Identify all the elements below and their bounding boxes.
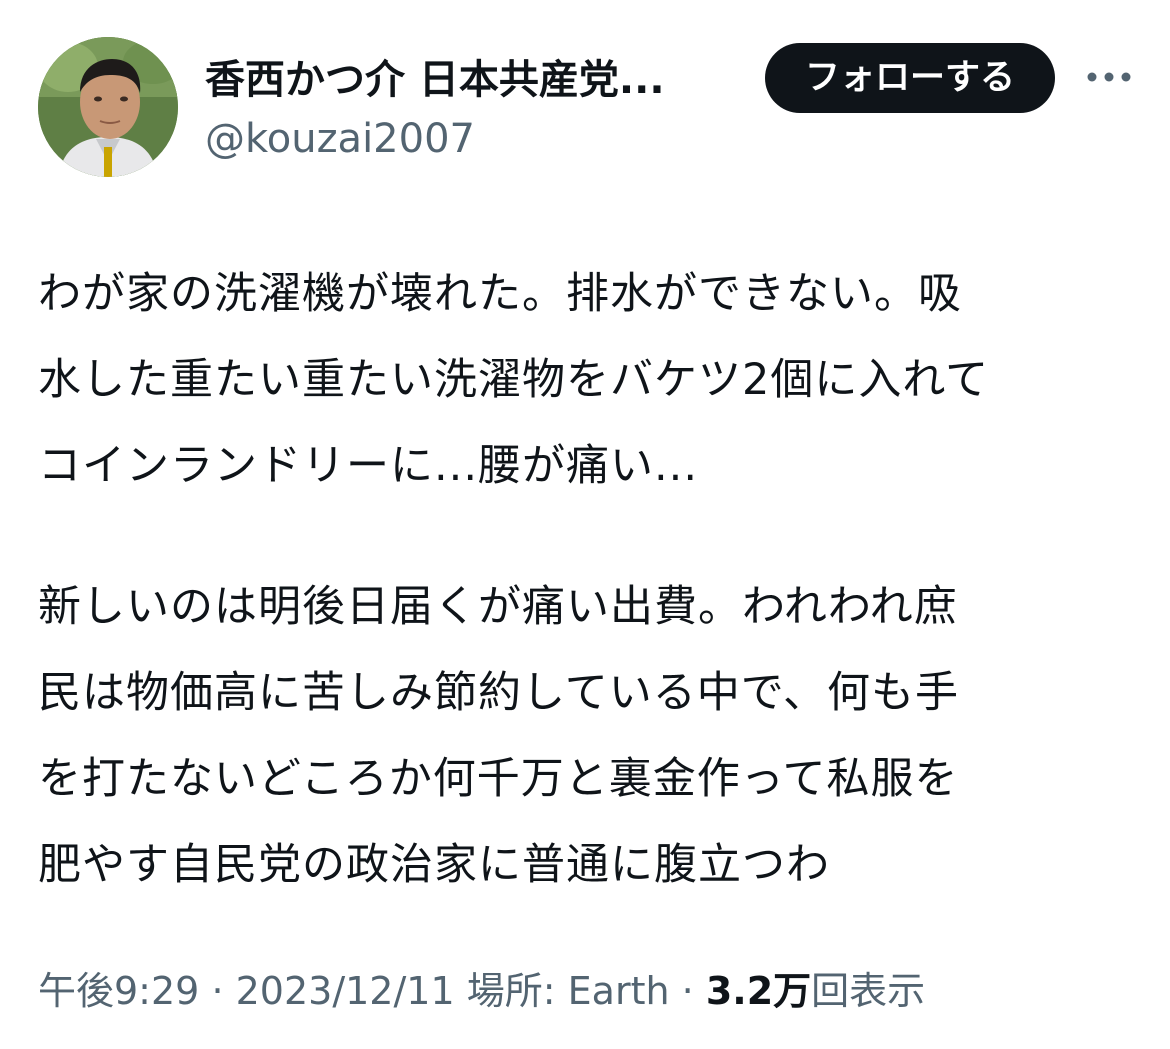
tweet-date[interactable]: 2023/12/11 [236,969,455,1013]
tweet-line: 民は物価高に苦しみ節約している中で、何も手 [38,668,959,718]
tweet-line: を打たないどころか何千万と裏金作って私服を [38,754,959,804]
views-label: 回表示 [811,969,926,1013]
more-horizontal-icon [1087,72,1131,82]
tweet-metadata: 午後9:29 · 2023/12/11 場所: Earth · 3.2万回表示 [38,964,925,1018]
tweet-line: 肥やす自民党の政治家に普通に腹立つわ [38,840,830,890]
separator: · [211,969,224,1013]
more-options-button[interactable] [1084,62,1134,92]
follow-button[interactable]: フォローする [765,43,1055,113]
author-handle[interactable]: @kouzai2007 [205,114,475,164]
tweet-line: 水した重たい重たい洗濯物をバケツ2個に入れて [38,355,990,405]
author-avatar[interactable] [38,37,178,177]
separator: · [681,969,694,1013]
tweet-card: 香西かつ介 日本共産党... @kouzai2007 フォローする わが家の洗濯… [0,0,1170,1049]
views-count[interactable]: 3.2万 [706,969,811,1013]
tweet-line: コインランドリーに...腰が痛い... [38,441,699,491]
author-display-name[interactable]: 香西かつ介 日本共産党... [205,54,665,106]
tweet-time[interactable]: 午後9:29 [38,969,199,1013]
location-value: Earth [567,969,670,1013]
tweet-line: 新しいのは明後日届くが痛い出費。われわれ庶 [38,582,958,632]
location-label: 場所: [466,969,556,1013]
tweet-paragraph-1: わが家の洗濯機が壊れた。排水ができない。吸 水した重たい重たい洗濯物をバケツ2個… [38,251,1138,509]
tweet-paragraph-2: 新しいのは明後日届くが痛い出費。われわれ庶 民は物価高に苦しみ節約している中で、… [38,564,1138,908]
person-photo-icon [38,37,178,177]
tweet-line: わが家の洗濯機が壊れた。排水ができない。吸 [38,269,962,319]
